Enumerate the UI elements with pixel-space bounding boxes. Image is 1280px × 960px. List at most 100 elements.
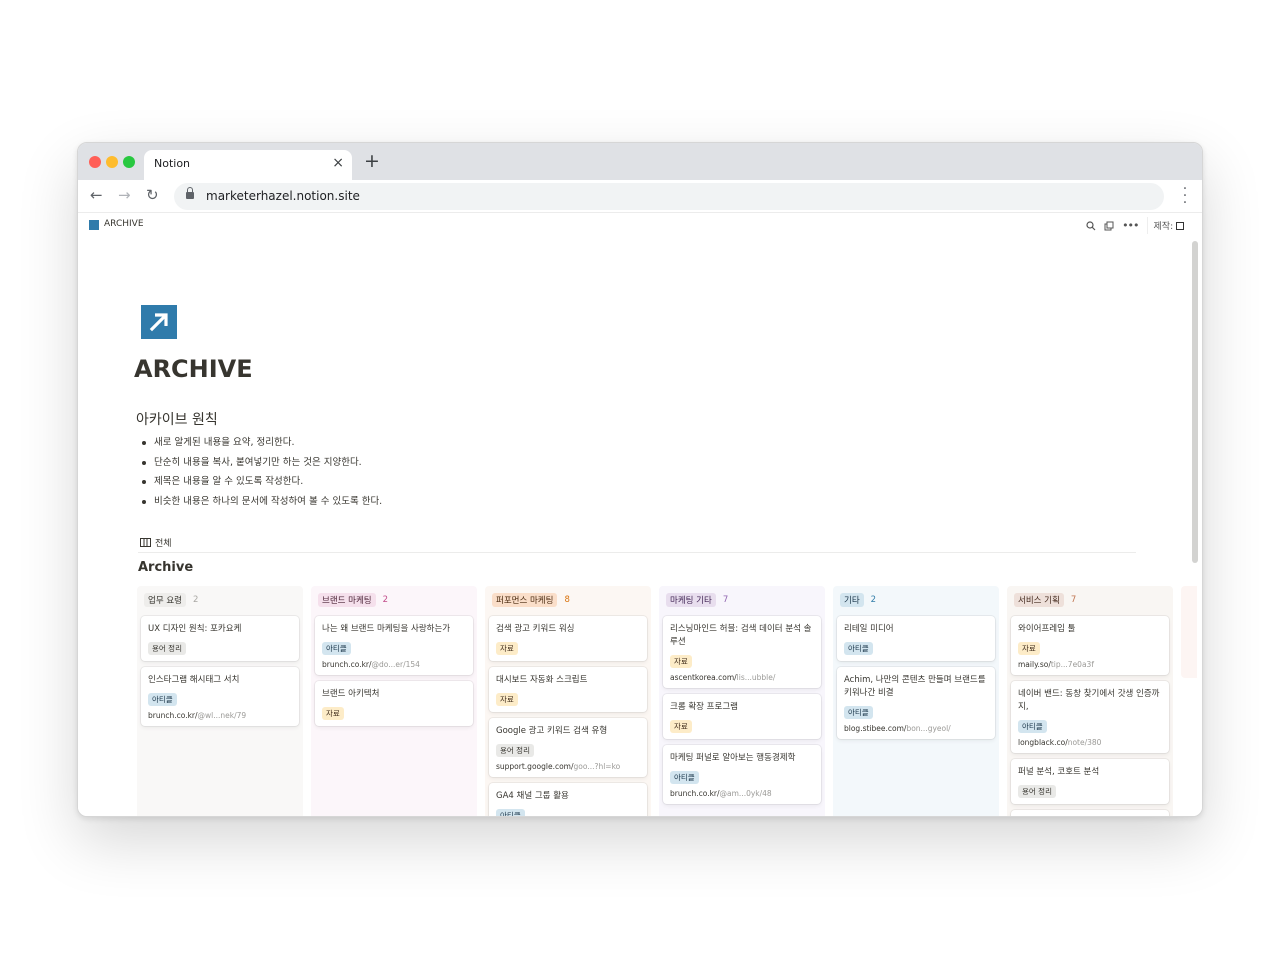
browser-menu-icon[interactable]: · · · <box>1182 182 1188 210</box>
column-header[interactable]: 퍼포먼스 마케팅 8 <box>489 590 647 610</box>
column-header[interactable]: 브랜드 마케팅 2 <box>315 590 473 610</box>
board-card[interactable]: 검색 광고 키워드 워싱 자료 <box>489 616 647 661</box>
topbar-actions: ••• 제작: <box>1086 217 1190 234</box>
board-card[interactable]: Achim, 나만의 콘텐츠 만들며 브랜드를 키워나간 비결아티클 blog.s… <box>837 667 995 739</box>
board-column: 마케팅 기타 7 리스닝마인드 허블: 검색 데이터 분석 솔루션자료 ascentk… <box>659 586 825 816</box>
board-card[interactable]: 마케팅 퍼널로 알아보는 행동경제학아티클 brunch.co.kr/@am...… <box>663 745 821 804</box>
board-card[interactable]: 와이어프레임 툴자료 maily.so/tip...7e0a3f <box>1011 616 1169 675</box>
card-tag: 자료 <box>670 655 692 668</box>
maximize-window-dot[interactable] <box>123 156 135 168</box>
column-count: 2 <box>870 595 877 605</box>
scrollbar[interactable] <box>1192 241 1198 563</box>
bullet-item: 제목은 내용을 알 수 있도록 작성한다. <box>142 472 382 492</box>
card-url-path: goo...?hl=ko <box>573 762 621 771</box>
board-card[interactable]: 리테일 미디어아티클 <box>837 616 995 661</box>
card-title: Achim, 나만의 콘텐츠 만들며 브랜드를 키워나간 비결 <box>844 675 986 698</box>
back-icon[interactable]: ← <box>90 186 103 204</box>
card-tag: 자료 <box>1018 642 1040 655</box>
column-header[interactable]: 서비스 기획 7 <box>1011 590 1169 610</box>
board-card[interactable]: 리스닝마인드 허블: 검색 데이터 분석 솔루션자료 ascentkorea.co… <box>663 616 821 688</box>
database-title: Archive <box>138 560 194 575</box>
arrow-up-right-icon <box>149 313 168 332</box>
card-url[interactable]: maily.so/tip...7e0a3f <box>1018 660 1162 669</box>
browser-tab[interactable]: Notion × <box>144 150 352 180</box>
card-url-path: note/380 <box>1067 738 1102 747</box>
browser-window: Notion × + ← → ↻ marketerhazel.notion.si… <box>77 142 1203 817</box>
card-tag: 용어 정리 <box>148 642 186 655</box>
board-card[interactable]: Google 광고 키워드 검색 유형 용어 정리 support.google.c… <box>489 718 647 777</box>
made-by-label: 제작: <box>1153 222 1174 232</box>
board-card[interactable]: 대시보드 자동화 스크립트 자료 <box>489 667 647 712</box>
card-tag: 아티클 <box>670 771 699 784</box>
card-url-domain: blog.stibee.com/ <box>844 724 907 733</box>
card-tag: 용어 정리 <box>496 744 534 757</box>
card-url[interactable]: longblack.co/note/380 <box>1018 738 1162 747</box>
card-url-path: @do...er/154 <box>371 660 420 669</box>
tab-title: Notion <box>154 157 191 170</box>
card-url[interactable]: brunch.co.kr/@am...0yk/48 <box>670 789 814 798</box>
card-url-domain: brunch.co.kr/ <box>670 789 720 798</box>
card-title: 마케팅 퍼널로 알아보는 행동경제학 <box>670 753 796 763</box>
card-tag: 자료 <box>322 707 344 720</box>
page-icon-arrow[interactable] <box>141 305 177 339</box>
card-tag: 아티클 <box>322 642 351 655</box>
bullet-item: 비슷한 내용은 하나의 문서에 작성하여 볼 수 있도록 한다. <box>142 492 382 512</box>
column-header[interactable]: 마케팅 기타 7 <box>663 590 821 610</box>
board-card[interactable]: 브랜드 아키텍처 자료 <box>315 681 473 726</box>
board-card[interactable]: 네이버 밴드: 동창 찾기에서 갓생 인증까지, 아티클 longblack.co/… <box>1011 681 1169 753</box>
card-tag: 아티클 <box>148 693 177 706</box>
card-tag: 자료 <box>496 642 518 655</box>
duplicate-icon[interactable] <box>1104 221 1114 231</box>
board-card[interactable]: UX 디자인 원칙: 포카요케용어 정리 <box>141 616 299 661</box>
column-name: 마케팅 기타 <box>666 593 716 607</box>
notion-topbar: ARCHIVE ••• 제작: <box>78 213 1202 239</box>
card-tag: 아티클 <box>1018 720 1047 733</box>
view-tab-all[interactable]: 전체 <box>140 536 172 549</box>
card-url-path: tip...7e0a3f <box>1050 660 1094 669</box>
card-tag: 자료 <box>496 693 518 706</box>
card-title: UX 디자인 원칙: 포카요케 <box>148 624 242 634</box>
board-card[interactable]: 나는 왜 브랜드 마케팅을 사랑하는가 아티클 brunch.co.kr/@do..… <box>315 616 473 675</box>
card-title: 리스닝마인드 허블: 검색 데이터 분석 솔루션 <box>670 624 812 647</box>
board-card[interactable]: 인스타그램 해시태그 서치 아티클 brunch.co.kr/@wl...nek/7… <box>141 667 299 726</box>
card-url-domain: brunch.co.kr/ <box>322 660 372 669</box>
card-tag: 아티클 <box>844 706 873 719</box>
column-name: 기타 <box>840 593 864 607</box>
search-icon[interactable] <box>1086 220 1096 231</box>
column-header[interactable]: 업무 요령 2 <box>141 590 299 610</box>
close-window-dot[interactable] <box>89 156 101 168</box>
column-header[interactable]: 기타 2 <box>837 590 995 610</box>
new-tab-icon[interactable]: + <box>364 152 380 171</box>
made-by-badge[interactable]: 제작: <box>1146 217 1190 234</box>
reload-icon[interactable]: ↻ <box>146 186 159 204</box>
forward-icon[interactable]: → <box>118 186 131 204</box>
card-title: 리테일 미디어 <box>844 624 894 634</box>
board-card[interactable]: 크롬 확장 프로그램 자료 <box>663 694 821 739</box>
breadcrumb[interactable]: ARCHIVE <box>104 219 144 229</box>
card-url[interactable]: blog.stibee.com/bon...gyeol/ <box>844 724 988 733</box>
bullet-item: 새로 알게된 내용을 요약, 정리한다. <box>142 433 382 453</box>
card-url[interactable]: support.google.com/goo...?hl=ko <box>496 762 640 771</box>
more-options-icon[interactable]: ••• <box>1122 219 1139 232</box>
address-bar[interactable]: marketerhazel.notion.site <box>174 183 1164 210</box>
card-tag: 아티클 <box>496 809 525 816</box>
board-card[interactable]: 퍼널 분석, 코호트 분석 용어 정리 <box>1011 759 1169 804</box>
card-url-path: lis...ubble/ <box>736 673 776 682</box>
board-column-partial <box>1181 586 1197 678</box>
card-title: 와이어프레임 툴 <box>1018 624 1076 634</box>
card-url[interactable]: ascentkorea.com/lis...ubble/ <box>670 673 814 682</box>
board-card[interactable]: GA4 채널 그룹 활용 아티클 <box>489 783 647 816</box>
tab-bar: Notion × + <box>78 143 1202 180</box>
section-heading: 아카이브 원칙 <box>136 412 218 428</box>
card-tag: 아티클 <box>844 642 873 655</box>
breadcrumb-page-icon <box>89 220 99 230</box>
close-tab-icon[interactable]: × <box>332 155 344 171</box>
card-url[interactable]: brunch.co.kr/@do...er/154 <box>322 660 466 669</box>
column-count: 2 <box>382 595 389 605</box>
card-tag: 자료 <box>670 720 692 733</box>
column-count: 8 <box>564 595 570 605</box>
card-url[interactable]: brunch.co.kr/@wl...nek/79 <box>148 711 292 720</box>
board-card[interactable]: UX 디자인 실무 용어 <box>1011 810 1169 816</box>
minimize-window-dot[interactable] <box>106 156 118 168</box>
kanban-board: 업무 요령 2 UX 디자인 원칙: 포카요케 용어 정리 인스타그램 해시태그 서치 아… <box>137 586 1197 816</box>
